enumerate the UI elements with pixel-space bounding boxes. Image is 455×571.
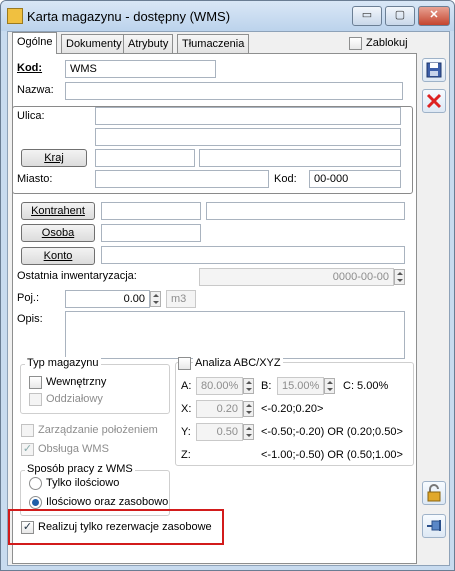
nazwa-label: Nazwa:: [17, 84, 54, 96]
osoba-input[interactable]: [101, 224, 201, 242]
abc-b-input: 15.00%: [277, 377, 324, 395]
kraj-code-input[interactable]: [95, 149, 195, 167]
abc-y-label: Y:: [181, 426, 191, 438]
wewnetrzny-label: Wewnętrzny: [46, 376, 107, 388]
tab-dokumenty[interactable]: Dokumenty: [61, 34, 127, 53]
tylko-ilosciowo-label: Tylko ilościowo: [46, 477, 120, 489]
abc-a-label: A:: [181, 380, 192, 392]
abc-title: Analiza ABC/XYZ: [193, 357, 283, 369]
zarzadzanie-label: Zarządzanie położeniem: [38, 424, 158, 436]
oddzialowy-checkbox: [29, 393, 42, 406]
kraj-button[interactable]: Kraj: [21, 149, 87, 167]
poj-input[interactable]: 0.00: [65, 290, 150, 308]
poj-unit: m3: [166, 290, 196, 308]
tab-atrybuty[interactable]: Atrybuty: [123, 34, 174, 53]
inwentaryzacja-spin[interactable]: [394, 269, 405, 285]
miasto-label: Miasto:: [17, 173, 53, 185]
abc-c-text: C: 5.00%: [343, 380, 389, 392]
save-button[interactable]: [422, 58, 446, 82]
cancel-button[interactable]: [422, 89, 446, 113]
kontrahent-name-input[interactable]: [206, 202, 405, 220]
kod-pocztowy-input[interactable]: 00-000: [309, 170, 401, 188]
maximize-button[interactable]: ▢: [385, 6, 415, 26]
opis-textarea[interactable]: [65, 311, 405, 359]
konto-button[interactable]: Konto: [21, 247, 95, 265]
minimize-button[interactable]: ▭: [352, 6, 382, 26]
unlock-button[interactable]: [422, 481, 446, 505]
title-bar: Karta magazynu - dostępny (WMS) ▭ ▢ ✕: [1, 1, 454, 31]
window-body: Ogólne Dokumenty Atrybuty Tłumaczenia Za…: [7, 31, 450, 566]
highlight-frame: [8, 509, 224, 545]
padlock-icon: [427, 484, 441, 502]
floppy-save-icon: [426, 62, 442, 78]
kod-label: Kod:: [17, 62, 43, 74]
pin-icon: [427, 520, 441, 531]
miasto-input[interactable]: [95, 170, 269, 188]
abc-a-input: 80.00%: [196, 377, 243, 395]
ulica-input-2[interactable]: [95, 128, 401, 146]
obsluga-wms-label: Obsługa WMS: [38, 443, 109, 455]
inwentaryzacja-input: 0000-00-00: [199, 268, 394, 286]
ulica-input-1[interactable]: [95, 107, 401, 125]
ilosciowo-zasobowo-radio[interactable]: [29, 496, 42, 509]
ulica-label: Ulica:: [17, 110, 45, 122]
nazwa-input[interactable]: [65, 82, 403, 100]
zablokuj-checkbox[interactable]: [349, 37, 362, 50]
abc-y-spin: [243, 424, 254, 440]
sposob-title: Sposób pracy z WMS: [25, 463, 135, 475]
close-x-icon: [426, 93, 442, 109]
wewnetrzny-checkbox[interactable]: [29, 376, 42, 389]
tylko-ilosciowo-radio[interactable]: [29, 477, 42, 490]
konto-input[interactable]: [101, 246, 405, 264]
oddzialowy-label: Oddziałowy: [46, 393, 103, 405]
abc-z-range: <-1.00;-0.50) OR (0.50;1.00>: [261, 449, 403, 461]
ilosciowo-zasobowo-label: Ilościowo oraz zasobowo: [46, 496, 169, 508]
abc-b-label: B:: [261, 380, 272, 392]
abc-x-input: 0.20: [196, 400, 243, 418]
inwentaryzacja-label: Ostatnia inwentaryzacja:: [17, 270, 137, 282]
typ-magazynu-group: [20, 364, 170, 414]
pin-button[interactable]: [422, 514, 446, 538]
opis-label: Opis:: [17, 313, 43, 325]
abc-checkbox[interactable]: [178, 357, 191, 370]
poj-spin[interactable]: [150, 291, 161, 307]
abc-x-range: <-0.20;0.20>: [261, 403, 324, 415]
zablokuj-label: Zablokuj: [366, 37, 408, 49]
kod-pocztowy-label: Kod:: [274, 173, 297, 185]
abc-x-label: X:: [181, 403, 192, 415]
kraj-name-input[interactable]: [199, 149, 401, 167]
tab-panel-ogolne: Kod: WMS Nazwa: Ulica: Kraj Miasto: Kod:…: [12, 53, 417, 564]
abc-z-label: Z:: [181, 449, 191, 461]
window-title: Karta magazynu - dostępny (WMS): [27, 9, 231, 24]
abc-b-spin: [324, 378, 335, 394]
poj-label: Poj.:: [17, 292, 40, 304]
abc-x-spin: [243, 401, 254, 417]
tab-tlumaczenia[interactable]: Tłumaczenia: [177, 34, 250, 53]
close-button[interactable]: ✕: [418, 6, 450, 26]
abc-y-range: <-0.50;-0.20) OR (0.20;0.50>: [261, 426, 403, 438]
warehouse-app-icon: [7, 8, 23, 24]
tab-ogolne[interactable]: Ogólne: [12, 32, 58, 54]
abc-a-spin: [243, 378, 254, 394]
osoba-button[interactable]: Osoba: [21, 224, 95, 242]
zarzadzanie-checkbox: [21, 424, 34, 437]
typ-magazynu-title: Typ magazynu: [25, 357, 101, 369]
kontrahent-code-input[interactable]: [101, 202, 201, 220]
abc-y-input: 0.50: [196, 423, 243, 441]
kod-input[interactable]: WMS: [65, 60, 216, 78]
app-window: Karta magazynu - dostępny (WMS) ▭ ▢ ✕ Og…: [0, 0, 455, 571]
kontrahent-button[interactable]: Kontrahent: [21, 202, 95, 220]
obsluga-wms-checkbox: ✓: [21, 443, 34, 456]
